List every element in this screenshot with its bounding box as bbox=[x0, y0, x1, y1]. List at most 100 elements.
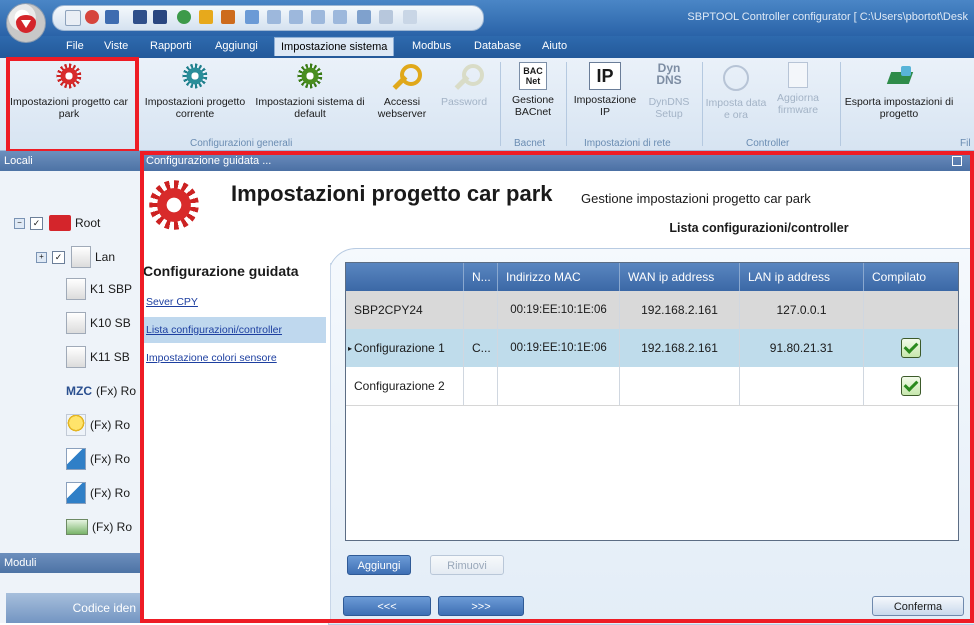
network-add-icon[interactable] bbox=[333, 10, 347, 24]
tree-up-icon[interactable] bbox=[267, 10, 281, 24]
table-row[interactable]: SBP2CPY24 00:19:EE:10:1E:06 192.168.2.16… bbox=[346, 291, 958, 330]
tree-node-function[interactable]: MZC (Fx) Ro bbox=[66, 377, 136, 405]
record-icon[interactable] bbox=[85, 10, 99, 24]
ip-icon: IP bbox=[589, 62, 621, 90]
restore-icon[interactable] bbox=[952, 156, 962, 166]
tab-configuration-list[interactable]: Lista configurazioni/controller bbox=[618, 215, 900, 241]
device-remove-icon[interactable] bbox=[379, 10, 393, 24]
column-header-name[interactable] bbox=[346, 263, 464, 291]
row-pointer-icon: ▸ bbox=[348, 343, 353, 353]
tree-node-function[interactable]: (Fx) Ro bbox=[66, 411, 130, 439]
tree-label: (Fx) Ro bbox=[90, 418, 130, 432]
ribbon-tabs: File Viste Rapporti Aggiungi Impostazion… bbox=[0, 36, 974, 58]
compiled-checkbox[interactable] bbox=[901, 376, 921, 396]
next-button[interactable]: >>> bbox=[438, 596, 524, 616]
group-label-file: Fil bbox=[960, 138, 971, 149]
tab-impostazione-sistema[interactable]: Impostazione sistema bbox=[274, 37, 395, 56]
group-label-general: Configurazioni generali bbox=[190, 138, 293, 149]
tree-down-icon[interactable] bbox=[289, 10, 303, 24]
tree-node-device[interactable]: K11 SB bbox=[66, 343, 130, 371]
new-file-icon[interactable] bbox=[65, 10, 81, 26]
nav-item-sever-cpy[interactable]: Sever CPY bbox=[142, 289, 326, 315]
nav-item-configuration-list[interactable]: Lista configurazioni/controller bbox=[142, 317, 326, 343]
window-title: SBPTOOL Controller configurator [ C:\Use… bbox=[687, 11, 968, 23]
device-icon bbox=[66, 312, 86, 334]
ip-settings-button[interactable]: IP Impostazione IP bbox=[570, 62, 640, 118]
tab-database[interactable]: Database bbox=[474, 40, 521, 52]
tab-aggiungi[interactable]: Aggiungi bbox=[215, 40, 258, 52]
set-date-time-button[interactable]: Imposta data e ora bbox=[704, 62, 768, 121]
highlight-frame bbox=[6, 57, 139, 153]
cell-mac: 00:19:EE:10:1E:06 bbox=[498, 329, 620, 367]
configuration-grid: N... Indirizzo MAC WAN ip address LAN ip… bbox=[345, 262, 959, 541]
logo-icon bbox=[49, 215, 71, 231]
tree-label: (Fx) Ro bbox=[90, 452, 130, 466]
app-menu-button[interactable] bbox=[6, 3, 46, 43]
wizard-nav-panel: Configurazione guidata Sever CPY Lista c… bbox=[140, 263, 331, 621]
webserver-access-button[interactable]: Accessi webserver bbox=[372, 62, 432, 120]
dyndns-icon: Dyn DNS bbox=[656, 61, 682, 87]
password-button[interactable]: Password bbox=[436, 62, 492, 108]
tree-label: (Fx) Ro bbox=[90, 486, 130, 500]
cell-lan: 91.80.21.31 bbox=[740, 329, 864, 367]
compiled-checkbox[interactable] bbox=[901, 338, 921, 358]
export-project-settings-button[interactable]: Esporta impostazioni di progetto bbox=[844, 62, 954, 120]
mzc-icon: MZC bbox=[66, 384, 92, 398]
cell-wan: 192.168.2.161 bbox=[620, 291, 740, 329]
ribbon: Impostazioni progetto car park Impostazi… bbox=[0, 58, 974, 151]
bacnet-settings-button[interactable]: BAC Net Gestione BACnet bbox=[504, 62, 562, 118]
tree-node-device[interactable]: K10 SB bbox=[66, 309, 131, 337]
expand-icon[interactable]: + bbox=[36, 251, 47, 263]
tab-aiuto[interactable]: Aiuto bbox=[542, 40, 567, 52]
tools-icon[interactable] bbox=[403, 10, 417, 24]
cell-wan bbox=[620, 367, 740, 405]
column-header-compiled[interactable]: Compilato bbox=[864, 263, 958, 291]
column-header-wan[interactable]: WAN ip address bbox=[620, 263, 740, 291]
wizard-subtitle: Gestione impostazioni progetto car park bbox=[581, 191, 811, 206]
bulb-icon bbox=[66, 414, 86, 436]
column-header-lan[interactable]: LAN ip address bbox=[740, 263, 864, 291]
add-button[interactable]: Aggiungi bbox=[347, 555, 411, 575]
dyndns-setup-button[interactable]: Dyn DNS DynDNS Setup bbox=[640, 62, 698, 120]
collapse-icon[interactable]: − bbox=[14, 217, 25, 229]
tab-rapporti[interactable]: Rapporti bbox=[150, 40, 192, 52]
tree-node-lan[interactable]: + ✓ Lan bbox=[36, 243, 115, 271]
tree-node-function[interactable]: (Fx) Ro bbox=[66, 479, 130, 507]
gear-green-icon bbox=[296, 62, 324, 90]
device-icon[interactable] bbox=[357, 10, 371, 24]
save-icon[interactable] bbox=[133, 10, 147, 24]
tab-modbus[interactable]: Modbus bbox=[412, 40, 451, 52]
confirm-button[interactable]: Conferma bbox=[872, 596, 964, 616]
arrow-right-icon[interactable] bbox=[221, 10, 235, 24]
folder-icon[interactable] bbox=[199, 10, 213, 24]
table-row[interactable]: Configurazione 2 bbox=[346, 367, 958, 406]
refresh-icon[interactable] bbox=[177, 10, 191, 24]
tree-label: Root bbox=[75, 216, 101, 230]
remove-button[interactable]: Rimuovi bbox=[430, 555, 504, 575]
tab-file[interactable]: File bbox=[66, 40, 84, 52]
column-header-n[interactable]: N... bbox=[464, 263, 498, 291]
cell-n bbox=[464, 367, 498, 405]
ribbon-separator bbox=[702, 62, 703, 146]
tree-node-function[interactable]: (Fx) Ro bbox=[66, 513, 132, 541]
identification-code-button[interactable]: Codice iden bbox=[6, 593, 140, 623]
save-as-icon[interactable] bbox=[153, 10, 167, 24]
default-system-settings-button[interactable]: Impostazioni sistema di default bbox=[254, 62, 366, 120]
arrow-left-icon[interactable] bbox=[245, 10, 259, 24]
column-header-mac[interactable]: Indirizzo MAC bbox=[498, 263, 620, 291]
network-icon[interactable] bbox=[311, 10, 325, 24]
tree-node-function[interactable]: (Fx) Ro bbox=[66, 445, 130, 473]
tree-checkbox[interactable]: ✓ bbox=[52, 250, 65, 264]
tree-node-device[interactable]: K1 SBP bbox=[66, 275, 132, 303]
open-icon[interactable] bbox=[105, 10, 119, 24]
gear-red-icon bbox=[144, 177, 204, 237]
table-row-selected[interactable]: ▸ Configurazione 1 C... 00:19:EE:10:1E:0… bbox=[346, 329, 958, 368]
tab-viste[interactable]: Viste bbox=[104, 40, 128, 52]
cell-compiled bbox=[864, 367, 958, 405]
update-firmware-button[interactable]: Aggiorna firmware bbox=[770, 62, 826, 116]
tree-node-root[interactable]: − ✓ Root bbox=[14, 209, 100, 237]
nav-item-sensor-colors[interactable]: Impostazione colori sensore bbox=[142, 345, 326, 371]
current-project-settings-button[interactable]: Impostazioni progetto corrente bbox=[140, 62, 250, 120]
tree-checkbox[interactable]: ✓ bbox=[30, 216, 43, 230]
previous-button[interactable]: <<< bbox=[343, 596, 431, 616]
